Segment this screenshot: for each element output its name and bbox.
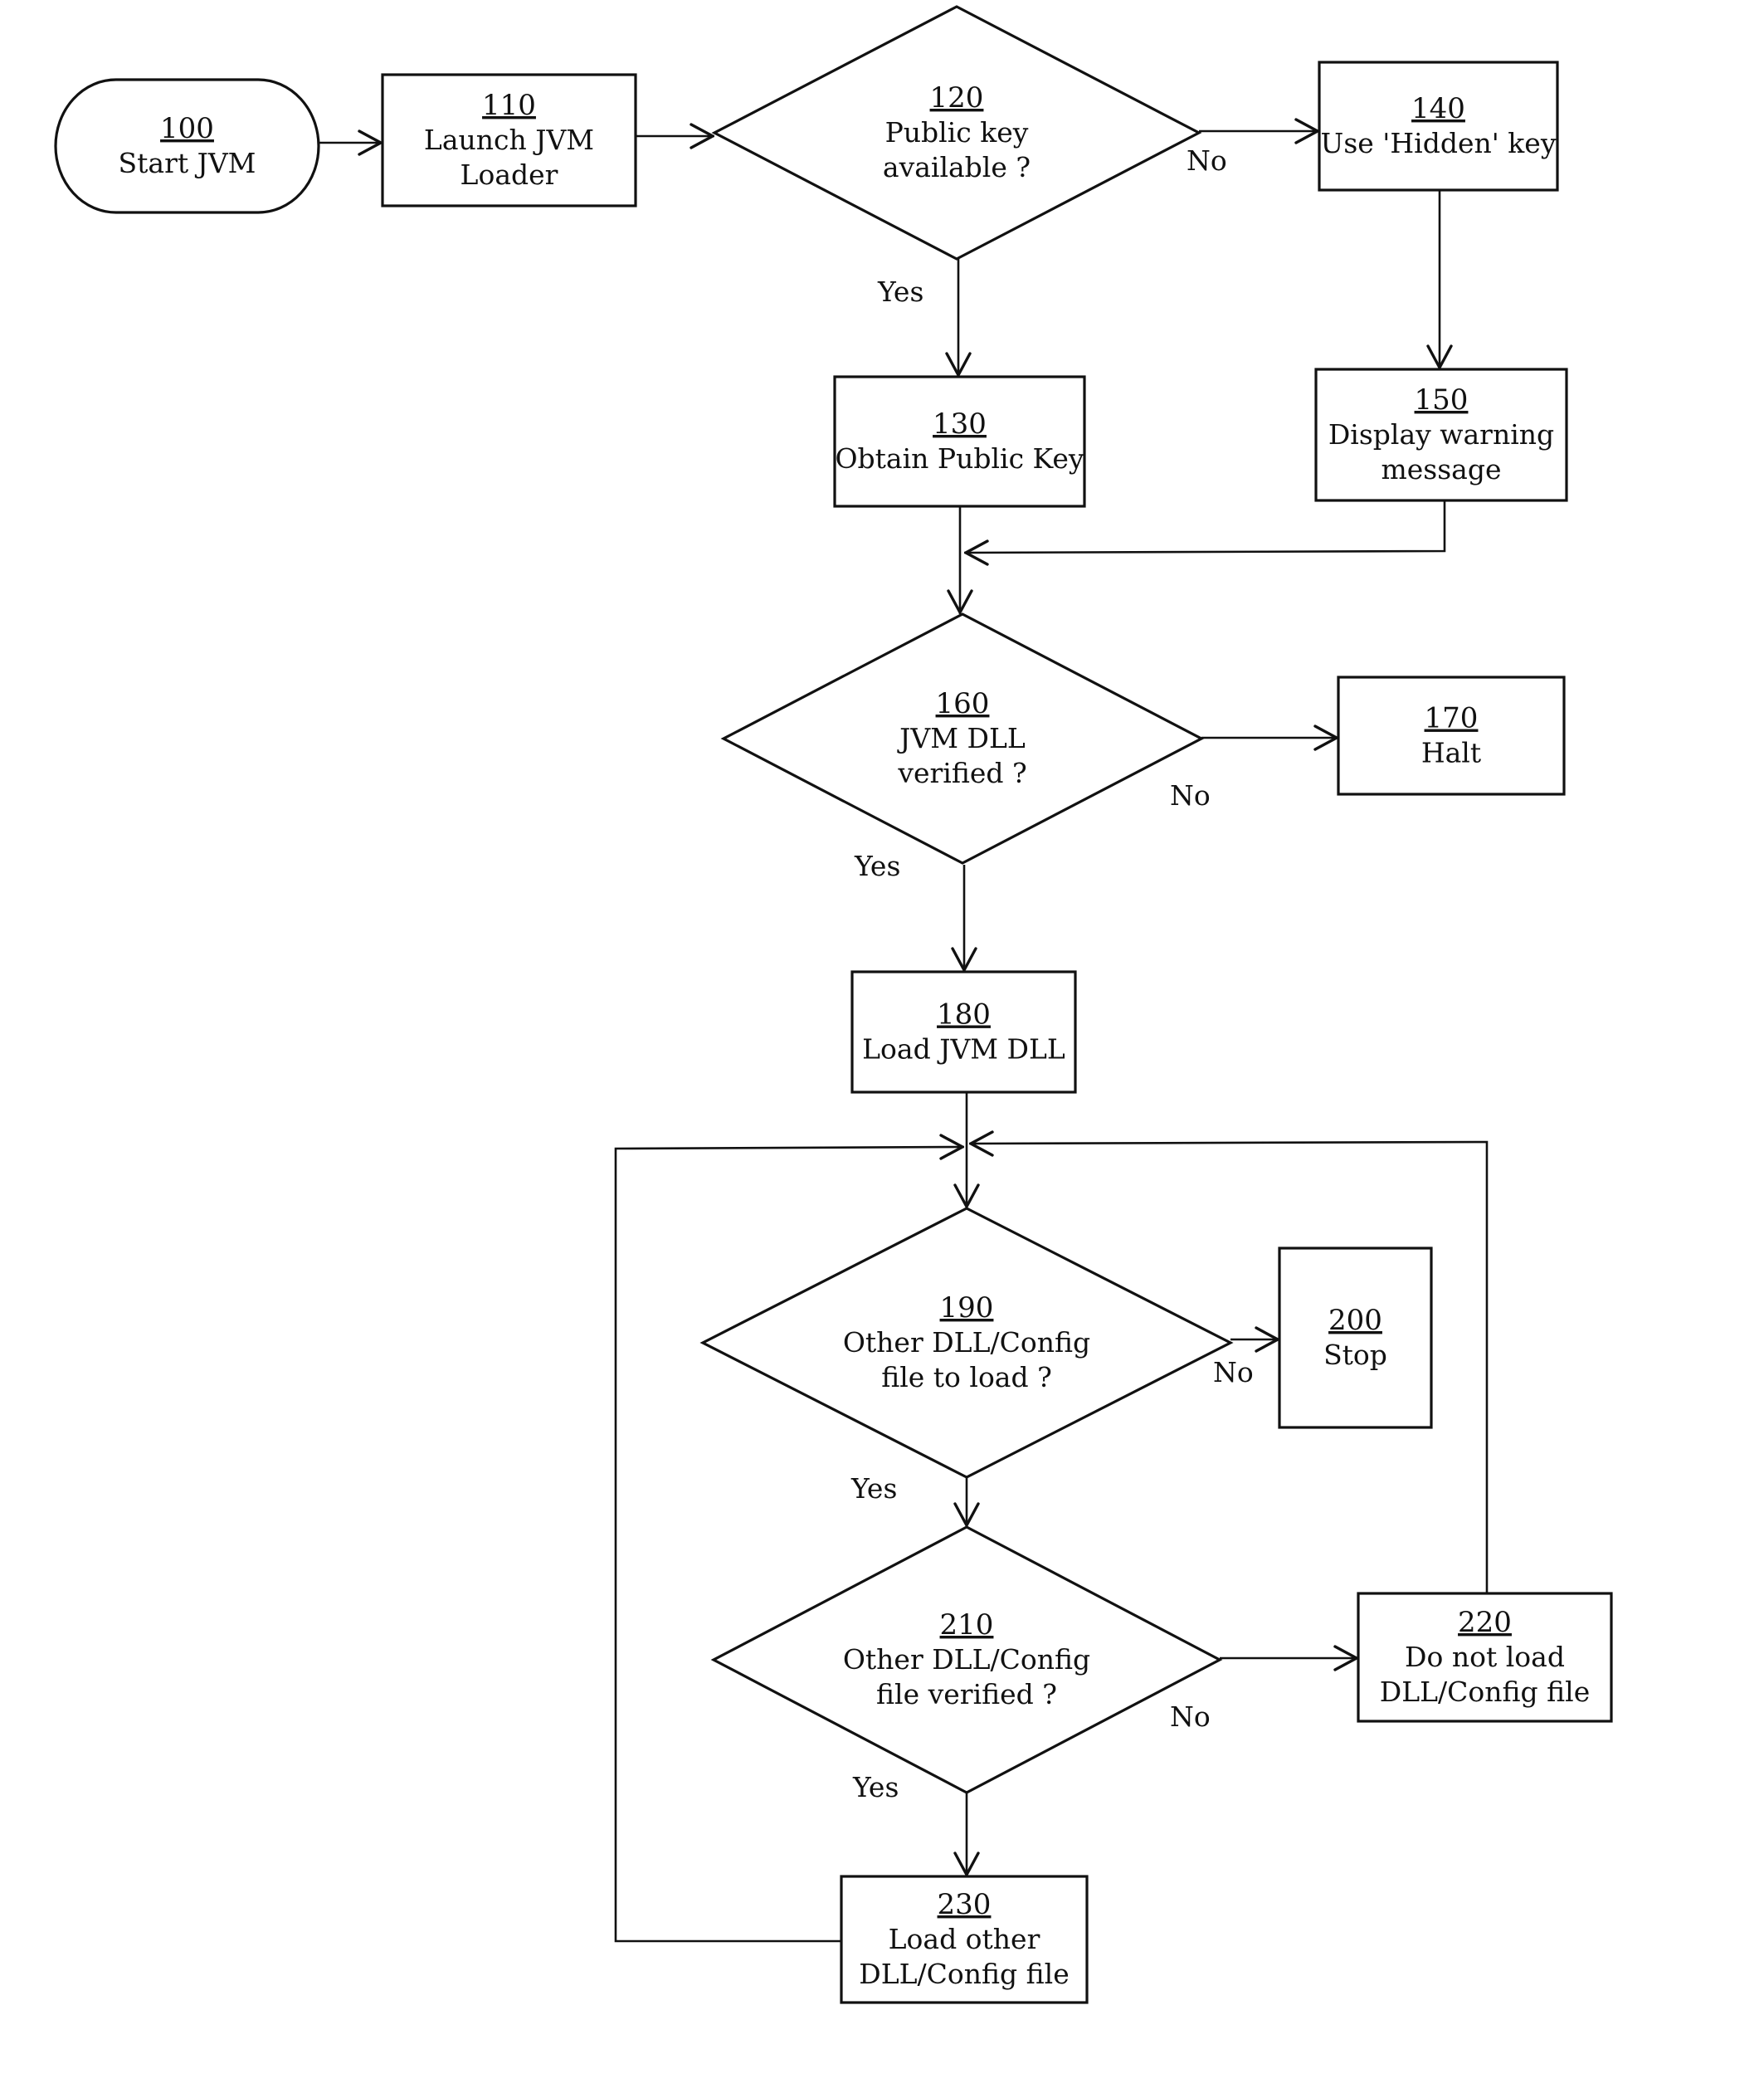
process-box [1318, 61, 1559, 192]
step-number: 140 [1411, 92, 1465, 125]
step-label: Use 'Hidden' key [1321, 127, 1557, 159]
step-number: 120 [930, 81, 984, 115]
flowchart: 100Start JVM 110Launch JVMLoader 120Public… [54, 5, 1613, 2004]
node-130: 130Obtain Public Key [833, 375, 1086, 508]
branch-label-no: No [1187, 144, 1227, 177]
node-190: 190Other DLL/Configfile to load ? [699, 1207, 1234, 1479]
step-label: Launch JVM [424, 124, 594, 156]
step-label: DLL/Config file [1380, 1676, 1591, 1708]
process-box [850, 970, 1077, 1094]
step-label: message [1381, 453, 1501, 485]
step-label: JVM DLL [897, 722, 1026, 754]
process-box [1278, 1247, 1433, 1429]
node-150: 150Display warningmessage [1314, 368, 1568, 502]
step-label: Load other [889, 1923, 1040, 1955]
step-number: 230 [938, 1888, 992, 1921]
step-label: Display warning [1328, 418, 1554, 451]
step-number: 200 [1328, 1304, 1382, 1337]
node-180: 180Load JVM DLL [850, 970, 1077, 1094]
step-label: Start JVM [119, 147, 256, 179]
step-label: verified ? [897, 757, 1026, 789]
step-number: 150 [1415, 383, 1469, 417]
step-label: Other DLL/Config [843, 1326, 1090, 1359]
step-number: 180 [937, 998, 991, 1032]
step-label: file to load ? [881, 1361, 1052, 1393]
process-box [833, 375, 1086, 508]
node-120: 120Public keyavailable ? [711, 5, 1202, 261]
step-number: 210 [940, 1608, 994, 1642]
step-label: Loader [460, 159, 558, 191]
step-label: Load JVM DLL [862, 1033, 1065, 1066]
step-label: Halt [1421, 737, 1481, 769]
node-100: 100Start JVM [54, 78, 320, 214]
step-label: Public key [885, 116, 1029, 149]
nodes-layer: 100Start JVM 110Launch JVMLoader 120Public… [54, 5, 1613, 2004]
process-box [1337, 676, 1566, 796]
node-170: 170Halt [1337, 676, 1566, 796]
step-label: Stop [1323, 1339, 1387, 1371]
step-label: Do not load [1405, 1641, 1565, 1673]
node-160: 160JVM DLLverified ? [720, 612, 1205, 865]
step-label: Obtain Public Key [835, 442, 1084, 475]
step-label: file verified ? [876, 1678, 1057, 1710]
edge-150-merge [963, 500, 1446, 554]
branch-label-yes: Yes [852, 1771, 899, 1803]
step-number: 170 [1425, 702, 1479, 735]
branch-label-no: No [1170, 779, 1211, 812]
step-number: 160 [936, 687, 990, 720]
branch-label-yes: Yes [854, 850, 900, 882]
branch-label-yes: Yes [877, 276, 923, 308]
node-110: 110Launch JVMLoader [381, 73, 637, 207]
step-label: Other DLL/Config [843, 1643, 1090, 1676]
node-140: 140Use 'Hidden' key [1318, 61, 1559, 192]
step-number: 130 [933, 407, 987, 441]
step-label: DLL/Config file [859, 1958, 1070, 1990]
branch-label-no: No [1213, 1356, 1254, 1388]
node-230: 230Load otherDLL/Config file [840, 1875, 1089, 2004]
node-200: 200Stop [1278, 1247, 1433, 1429]
step-number: 100 [160, 112, 214, 145]
terminal-oval [54, 78, 320, 214]
step-number: 220 [1458, 1606, 1512, 1639]
step-number: 190 [940, 1291, 994, 1325]
step-label: available ? [883, 151, 1031, 183]
node-220: 220Do not loadDLL/Config file [1357, 1592, 1613, 1723]
step-number: 110 [482, 89, 536, 122]
node-210: 210Other DLL/Configfile verified ? [710, 1525, 1223, 1794]
branch-label-yes: Yes [850, 1472, 897, 1505]
branch-label-no: No [1170, 1700, 1211, 1733]
